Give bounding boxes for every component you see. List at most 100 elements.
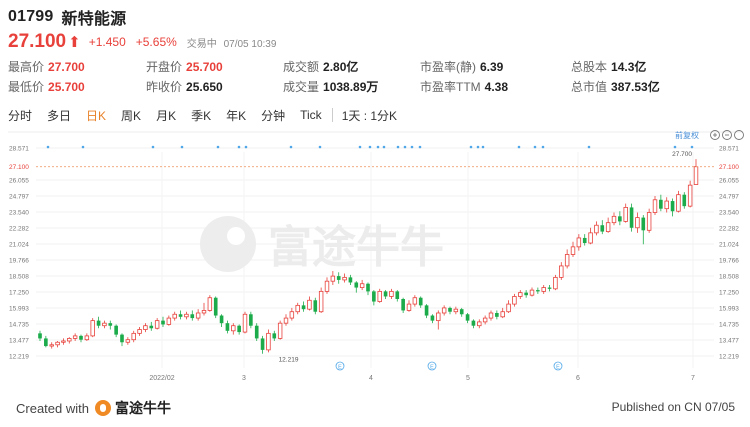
candle-body [44, 338, 48, 347]
event-dot [517, 145, 521, 149]
candle-body [541, 287, 546, 292]
candle-body [125, 339, 131, 343]
watermark-logo-inner [227, 227, 245, 245]
candle-body [529, 289, 535, 296]
candle-body [482, 317, 488, 323]
event-dot [382, 145, 386, 149]
stat-label: 成交量 [283, 80, 320, 94]
watermark-text: 富途牛牛 [268, 222, 444, 273]
stat-turnover: 成交额 2.80亿 [283, 58, 358, 75]
stat-label: 成交额 [283, 60, 320, 74]
y-tick-label: 19.766 [9, 258, 29, 265]
candle-body [72, 335, 78, 339]
candle-body [611, 215, 617, 224]
stat-prev-close: 昨收价 25.650 [146, 78, 223, 95]
candle-body [277, 322, 283, 339]
candle-body [430, 315, 435, 321]
trade-status-label: 交易中 [186, 38, 217, 50]
event-dot [81, 145, 85, 149]
x-tick-label: 5 [466, 375, 470, 382]
stat-value: 25.650 [186, 80, 223, 94]
candle-body [618, 216, 622, 222]
event-dot [151, 145, 155, 149]
candle-body [495, 312, 499, 317]
candle-body [67, 338, 72, 342]
stat-label: 市盈率TTM [420, 80, 481, 94]
y-tick-label: 18.508 [719, 274, 739, 281]
candle-body [237, 325, 241, 333]
stat-value: 25.700 [48, 80, 85, 94]
candle-body [383, 291, 388, 297]
y-tick-label: 26.055 [719, 178, 739, 185]
stat-label: 开盘价 [146, 60, 183, 74]
candle-body [178, 314, 183, 317]
brand-name: 富途牛牛 [114, 400, 171, 416]
candle-body [289, 311, 295, 319]
candle-body [594, 224, 599, 234]
candle-body [354, 282, 359, 288]
y-tick-label: 24.797 [9, 194, 29, 201]
stat-low: 最低价 25.700 [8, 78, 85, 95]
up-arrow-icon: ⬆ [68, 34, 81, 51]
quote-row: 27.100 ⬆ +1.450 +5.65% 交易中 07/05 10:39 [8, 31, 280, 52]
candle-body [90, 320, 95, 337]
tab-tick[interactable]: Tick [300, 108, 322, 122]
candle-body [283, 317, 289, 324]
tab-daily-k[interactable]: 日K [86, 107, 106, 124]
stat-pe-ttm: 市盈率TTM 4.38 [420, 78, 508, 95]
y-tick-label: 19.766 [719, 258, 739, 265]
candle-body [570, 246, 576, 255]
candle-body [137, 329, 142, 334]
x-axis: 2022/02 3 4 5 6 7 [149, 375, 695, 382]
candle-body [114, 325, 118, 335]
stat-pe-static: 市盈率(静) 6.39 [420, 58, 503, 75]
event-dot [237, 145, 241, 149]
stat-value: 27.700 [48, 60, 85, 74]
period-selector[interactable]: 1天 : 1分K [342, 107, 397, 124]
stat-value: 2.80亿 [323, 60, 359, 74]
candle-body [582, 237, 587, 244]
event-dot [673, 145, 677, 149]
tab-multi-day[interactable]: 多日 [47, 107, 71, 124]
y-tick-label: 13.477 [9, 337, 29, 344]
candle-body [389, 290, 394, 297]
candle-body [102, 322, 107, 327]
tab-quarterly-k[interactable]: 季K [191, 107, 211, 124]
adjust-rights-button[interactable]: 前复权 [675, 130, 699, 140]
tab-intraday[interactable]: 分时 [8, 107, 32, 124]
event-icon-glyph: E [338, 365, 342, 371]
candle-body [96, 320, 101, 326]
candle-body [424, 305, 429, 316]
stock-code: 01799 [8, 8, 54, 25]
tab-weekly-k[interactable]: 周K [121, 107, 141, 124]
stat-label: 总股本 [571, 60, 608, 74]
tab-minute[interactable]: 分钟 [261, 107, 285, 124]
event-dot [289, 145, 293, 149]
candle-body [219, 315, 224, 324]
candle-body [372, 291, 376, 302]
event-dot [368, 145, 372, 149]
candle-body [646, 212, 652, 231]
event-dot [418, 145, 422, 149]
event-dot [376, 145, 380, 149]
y-tick-label: 12.219 [9, 354, 29, 361]
tab-yearly-k[interactable]: 年K [226, 107, 246, 124]
candle-body [84, 335, 90, 341]
candle-body [195, 312, 201, 319]
candle-body [605, 222, 611, 232]
stat-label: 最高价 [8, 60, 45, 74]
y-tick-label: 22.282 [719, 225, 739, 232]
kline-chart: 富途牛牛 28.571 27.100 26.055 24.797 23.540 22.28… [8, 130, 744, 382]
candle-body [395, 291, 400, 300]
candle-body [670, 201, 675, 212]
stat-value: 14.3亿 [611, 60, 647, 74]
price-change-pct: +5.65% [135, 35, 177, 49]
candle-body [184, 313, 189, 318]
tab-divider [331, 108, 333, 122]
candle-body [564, 254, 570, 267]
tab-monthly-k[interactable]: 月K [156, 107, 176, 124]
stat-value: 1038.89万 [323, 80, 379, 94]
event-dot [541, 145, 545, 149]
candle-body [488, 312, 494, 319]
y-tick-label: 28.571 [9, 146, 29, 153]
